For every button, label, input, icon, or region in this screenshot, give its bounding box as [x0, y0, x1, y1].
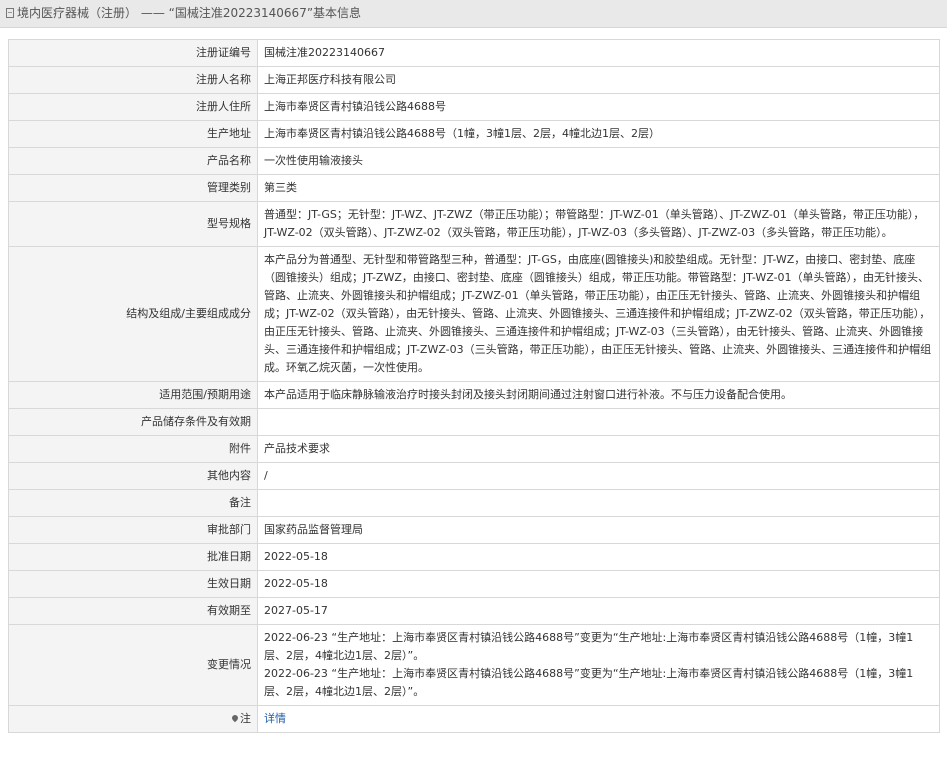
label-registrant-name: 注册人名称 — [8, 66, 258, 94]
note-label: 注 — [240, 712, 251, 725]
row-registrant-name: 注册人名称 上海正邦医疗科技有限公司 — [8, 66, 940, 94]
info-table: 注册证编号 国械注准20223140667 注册人名称 上海正邦医疗科技有限公司… — [8, 39, 940, 733]
row-approval-date: 批准日期 2022-05-18 — [8, 543, 940, 571]
row-changes: 变更情况 2022-06-23 “生产地址：上海市奉贤区青村镇沿钱公路4688号… — [8, 624, 940, 706]
value-production-address: 上海市奉贤区青村镇沿钱公路4688号（1幢，3幢1层、2层，4幢北边1层、2层） — [257, 120, 940, 148]
row-product-name: 产品名称 一次性使用输液接头 — [8, 147, 940, 175]
value-attachment: 产品技术要求 — [257, 435, 940, 463]
value-intended-use: 本产品适用于临床静脉输液治疗时接头封闭及接头封闭期间通过注射窗口进行补液。不与压… — [257, 381, 940, 409]
details-link[interactable]: 详情 — [264, 712, 286, 725]
label-remarks: 备注 — [8, 489, 258, 517]
value-management-class: 第三类 — [257, 174, 940, 202]
value-effective-date: 2022-05-18 — [257, 570, 940, 598]
row-approval-department: 审批部门 国家药品监督管理局 — [8, 516, 940, 544]
value-registrant-name: 上海正邦医疗科技有限公司 — [257, 66, 940, 94]
label-intended-use: 适用范围/预期用途 — [8, 381, 258, 409]
row-registrant-address: 注册人住所 上海市奉贤区青村镇沿钱公路4688号 — [8, 93, 940, 121]
label-structure-composition: 结构及组成/主要组成成分 — [8, 246, 258, 382]
row-attachment: 附件 产品技术要求 — [8, 435, 940, 463]
location-pin-icon — [230, 713, 240, 723]
label-registration-number: 注册证编号 — [8, 39, 258, 67]
value-other-content: / — [257, 462, 940, 490]
value-storage-conditions — [257, 408, 940, 436]
label-approval-department: 审批部门 — [8, 516, 258, 544]
row-other-content: 其他内容 / — [8, 462, 940, 490]
value-changes: 2022-06-23 “生产地址：上海市奉贤区青村镇沿钱公路4688号”变更为“… — [257, 624, 940, 706]
row-model-spec: 型号规格 普通型：JT-GS；无针型：JT-WZ、JT-ZWZ（带正压功能）；带… — [8, 201, 940, 247]
row-effective-date: 生效日期 2022-05-18 — [8, 570, 940, 598]
value-approval-date: 2022-05-18 — [257, 543, 940, 571]
value-product-name: 一次性使用输液接头 — [257, 147, 940, 175]
value-registration-number: 国械注准20223140667 — [257, 39, 940, 67]
change-entry: 2022-06-23 “生产地址：上海市奉贤区青村镇沿钱公路4688号”变更为“… — [264, 631, 914, 662]
value-expiry-date: 2027-05-17 — [257, 597, 940, 625]
label-registrant-address: 注册人住所 — [8, 93, 258, 121]
row-structure-composition: 结构及组成/主要组成成分 本产品分为普通型、无针型和带管路型三种，普通型：JT-… — [8, 246, 940, 382]
row-remarks: 备注 — [8, 489, 940, 517]
value-structure-composition: 本产品分为普通型、无针型和带管路型三种，普通型：JT-GS，由底座(圆锥接头)和… — [257, 246, 940, 382]
change-entry: 2022-06-23 “生产地址：上海市奉贤区青村镇沿钱公路4688号”变更为“… — [264, 667, 914, 698]
row-note: 注 详情 — [8, 705, 940, 733]
value-registrant-address: 上海市奉贤区青村镇沿钱公路4688号 — [257, 93, 940, 121]
page-title: 境内医疗器械（注册） —— “国械注准20223140667”基本信息 — [17, 6, 362, 20]
label-expiry-date: 有效期至 — [8, 597, 258, 625]
page-header: 境内医疗器械（注册） —— “国械注准20223140667”基本信息 — [0, 0, 947, 28]
row-storage-conditions: 产品储存条件及有效期 — [8, 408, 940, 436]
row-production-address: 生产地址 上海市奉贤区青村镇沿钱公路4688号（1幢，3幢1层、2层，4幢北边1… — [8, 120, 940, 148]
label-management-class: 管理类别 — [8, 174, 258, 202]
label-storage-conditions: 产品储存条件及有效期 — [8, 408, 258, 436]
value-approval-department: 国家药品监督管理局 — [257, 516, 940, 544]
label-attachment: 附件 — [8, 435, 258, 463]
label-other-content: 其他内容 — [8, 462, 258, 490]
row-expiry-date: 有效期至 2027-05-17 — [8, 597, 940, 625]
label-product-name: 产品名称 — [8, 147, 258, 175]
label-effective-date: 生效日期 — [8, 570, 258, 598]
label-model-spec: 型号规格 — [8, 201, 258, 247]
label-approval-date: 批准日期 — [8, 543, 258, 571]
document-icon — [6, 8, 14, 18]
value-model-spec: 普通型：JT-GS；无针型：JT-WZ、JT-ZWZ（带正压功能）；带管路型：J… — [257, 201, 940, 247]
row-intended-use: 适用范围/预期用途 本产品适用于临床静脉输液治疗时接头封闭及接头封闭期间通过注射… — [8, 381, 940, 409]
row-registration-number: 注册证编号 国械注准20223140667 — [8, 39, 940, 67]
label-note: 注 — [8, 705, 258, 733]
label-changes: 变更情况 — [8, 624, 258, 706]
label-production-address: 生产地址 — [8, 120, 258, 148]
value-remarks — [257, 489, 940, 517]
row-management-class: 管理类别 第三类 — [8, 174, 940, 202]
value-note: 详情 — [257, 705, 940, 733]
